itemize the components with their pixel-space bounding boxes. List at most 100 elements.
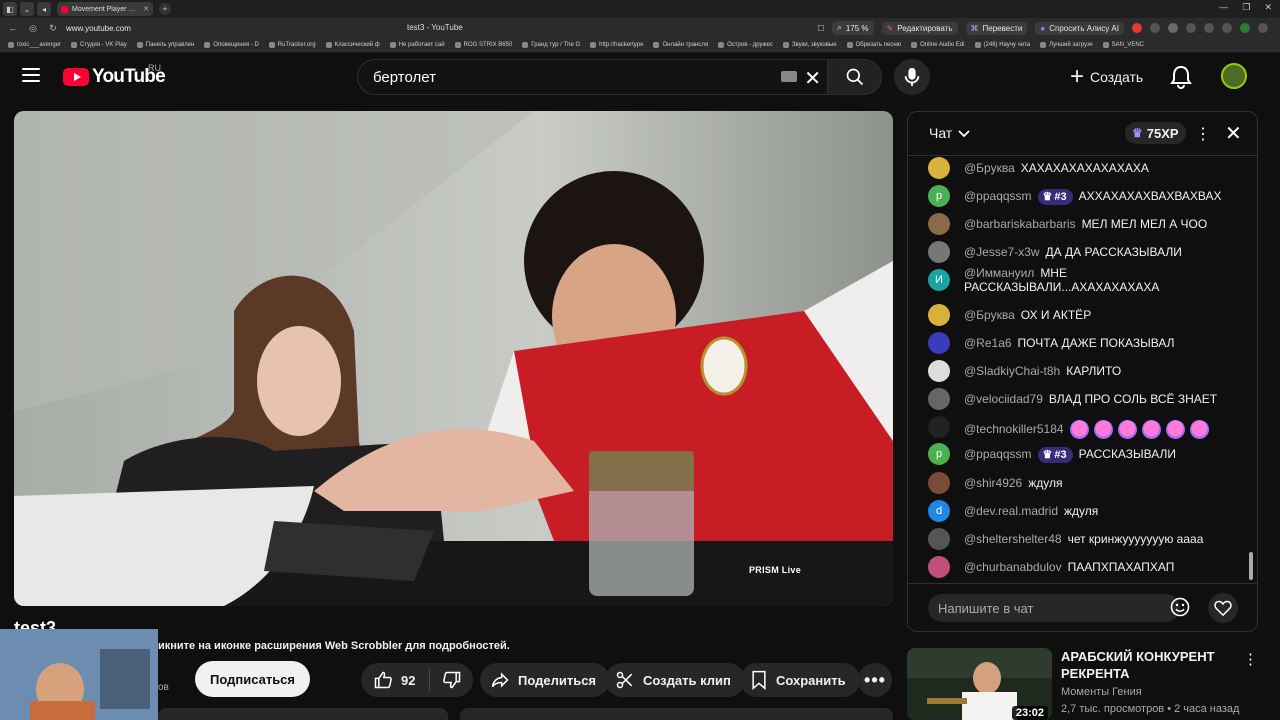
create-button[interactable]: + Создать xyxy=(1062,59,1157,95)
bookmark-item[interactable]: Онлайн трансля xyxy=(653,42,708,48)
bookmark-item[interactable]: Остров - дружес xyxy=(718,42,773,48)
save-button[interactable]: Сохранить xyxy=(740,663,860,697)
create-clip-button[interactable]: Создать клип xyxy=(605,663,745,697)
chat-mode-dropdown[interactable]: Чат xyxy=(929,125,971,141)
site-info-icon[interactable]: ◎ xyxy=(26,23,40,34)
guide-menu-icon[interactable] xyxy=(22,68,40,82)
minimize-icon[interactable]: — xyxy=(1219,2,1228,13)
chat-avatar[interactable] xyxy=(928,304,950,326)
chat-author[interactable]: @sheltershelter48 xyxy=(964,532,1062,546)
bookmark-item[interactable]: Обрезать песню xyxy=(846,42,901,48)
close-chat-icon[interactable]: ✕ xyxy=(1225,121,1242,146)
chat-message-list[interactable]: @Бруква ХАХАХАХАХАХАХАХА p @ppaqqssm ♛ #3 АХХА… xyxy=(908,156,1257,583)
alice-button[interactable]: ● Спросить Алису AI xyxy=(1035,21,1124,35)
chat-author[interactable]: @Бруква xyxy=(964,308,1015,322)
bookmark-item[interactable]: Звуки, звуковые xyxy=(782,42,837,48)
extension-icon-8[interactable] xyxy=(1258,23,1268,33)
browser-menu-button[interactable]: ◧ xyxy=(3,2,17,16)
close-window-icon[interactable]: ✕ xyxy=(1264,2,1272,13)
bookmark-icon[interactable]: ☐ xyxy=(817,24,824,33)
url-field[interactable]: www.youtube.com xyxy=(66,24,386,33)
bookmark-item[interactable]: Оповещения - D xyxy=(204,42,259,48)
recommended-channel-name[interactable]: Моменты Гения xyxy=(1061,686,1142,698)
extension-icon-6[interactable] xyxy=(1222,23,1232,33)
account-avatar[interactable] xyxy=(1221,63,1247,89)
heart-reaction-button[interactable] xyxy=(1208,593,1238,623)
xp-badge[interactable]: ♛ 75XP xyxy=(1125,122,1186,144)
chat-avatar[interactable] xyxy=(928,528,950,550)
search-button[interactable] xyxy=(827,59,882,95)
chat-avatar[interactable] xyxy=(928,388,950,410)
recommended-video-title[interactable]: АРАБСКИЙ КОНКУРЕНТ РЕКРЕНТА xyxy=(1061,648,1231,682)
chat-options-icon[interactable]: ⋮ xyxy=(1195,124,1211,144)
bookmark-item[interactable]: http://hackertype xyxy=(590,42,643,48)
dislike-button[interactable] xyxy=(430,670,474,690)
voice-search-button[interactable] xyxy=(894,59,930,95)
keyboard-icon[interactable] xyxy=(781,71,797,82)
bookmark-item[interactable]: (246) Научу чита xyxy=(974,42,1030,48)
chat-author[interactable]: @Иммануил xyxy=(964,266,1034,280)
browser-tab-active[interactable]: Movement Player Uses N ✕ xyxy=(57,2,153,16)
chat-avatar[interactable]: p xyxy=(928,443,950,465)
chat-avatar[interactable] xyxy=(928,416,950,438)
chat-author[interactable]: @ppaqqssm xyxy=(964,189,1032,203)
extension-icon-5[interactable] xyxy=(1204,23,1214,33)
chat-avatar[interactable]: И xyxy=(928,269,950,291)
bookmark-item[interactable]: SAN_VENC xyxy=(1102,42,1144,48)
chat-author[interactable]: @barbariskabarbaris xyxy=(964,217,1076,231)
recommended-more-icon[interactable]: ⋮ xyxy=(1243,650,1258,668)
chat-avatar[interactable] xyxy=(928,332,950,354)
chat-author[interactable]: @Re1a6 xyxy=(964,336,1012,350)
description-box[interactable] xyxy=(158,708,448,720)
chat-author[interactable]: @Jesse7-x3w xyxy=(964,245,1040,259)
chat-author[interactable]: @churbanabdulov xyxy=(964,560,1062,574)
recommended-video-thumbnail[interactable]: 23:02 xyxy=(907,648,1052,720)
chat-avatar[interactable] xyxy=(928,241,950,263)
bookmark-item[interactable]: Online Audio Edi xyxy=(911,42,965,48)
bookmark-item[interactable]: ROG STRIX B650 xyxy=(454,42,512,48)
chat-avatar[interactable] xyxy=(928,360,950,382)
clear-search-icon[interactable]: ✕ xyxy=(804,66,821,91)
bookmark-item[interactable]: Гранд тур / The G xyxy=(522,42,580,48)
extension-icon-2[interactable] xyxy=(1150,23,1160,33)
video-player[interactable]: PRISM Live xyxy=(14,111,893,606)
share-button[interactable]: Поделиться xyxy=(480,663,611,697)
extension-icon-4[interactable] xyxy=(1186,23,1196,33)
chat-avatar[interactable] xyxy=(928,157,950,179)
chat-author[interactable]: @shir4926 xyxy=(964,476,1022,490)
chat-avatar[interactable] xyxy=(928,213,950,235)
tab-back-button[interactable]: ◂ xyxy=(37,2,51,16)
chat-scrollbar[interactable] xyxy=(1249,552,1253,580)
restore-icon[interactable]: ❐ xyxy=(1242,2,1250,13)
emoji-picker-icon[interactable] xyxy=(1170,597,1190,617)
bookmark-item[interactable]: Панель управлен xyxy=(136,42,194,48)
extension-icon-3[interactable] xyxy=(1168,23,1178,33)
close-tab-icon[interactable]: ✕ xyxy=(143,5,149,13)
chat-avatar[interactable] xyxy=(928,472,950,494)
extension-icon-7[interactable] xyxy=(1240,23,1250,33)
bookmark-item[interactable]: Лучший загрузч xyxy=(1040,42,1093,48)
search-input[interactable] xyxy=(373,68,773,86)
chat-avatar[interactable]: p xyxy=(928,185,950,207)
tab-list-button[interactable]: ⌄ xyxy=(20,2,34,16)
zoom-indicator[interactable]: ⌕ 175 % xyxy=(832,21,874,35)
chat-author[interactable]: @SladkiyChai-t8h xyxy=(964,364,1060,378)
more-actions-button[interactable]: ••• xyxy=(858,663,892,697)
edit-button[interactable]: ✎ Редактировать xyxy=(881,21,958,35)
chat-input[interactable] xyxy=(928,594,1180,622)
reload-icon[interactable]: ↻ xyxy=(46,23,60,34)
translate-button[interactable]: ⌘ Перевести xyxy=(965,21,1028,35)
chat-author[interactable]: @ppaqqssm xyxy=(964,447,1032,461)
notifications-button[interactable] xyxy=(1170,65,1192,94)
back-icon[interactable]: ← xyxy=(6,23,20,33)
chat-avatar[interactable] xyxy=(928,556,950,578)
chat-author[interactable]: @technokiller5184 xyxy=(964,422,1064,436)
new-tab-button[interactable]: + xyxy=(159,3,171,15)
bookmark-item[interactable]: Не работает сай xyxy=(389,42,445,48)
chat-author[interactable]: @Бруква xyxy=(964,161,1015,175)
description-box-secondary[interactable] xyxy=(460,708,893,720)
chat-avatar[interactable]: d xyxy=(928,500,950,522)
bookmark-item[interactable]: toxic___avenger xyxy=(8,42,61,48)
chat-author[interactable]: @velociidad79 xyxy=(964,392,1043,406)
bookmark-item[interactable]: Классический ф xyxy=(325,42,380,48)
